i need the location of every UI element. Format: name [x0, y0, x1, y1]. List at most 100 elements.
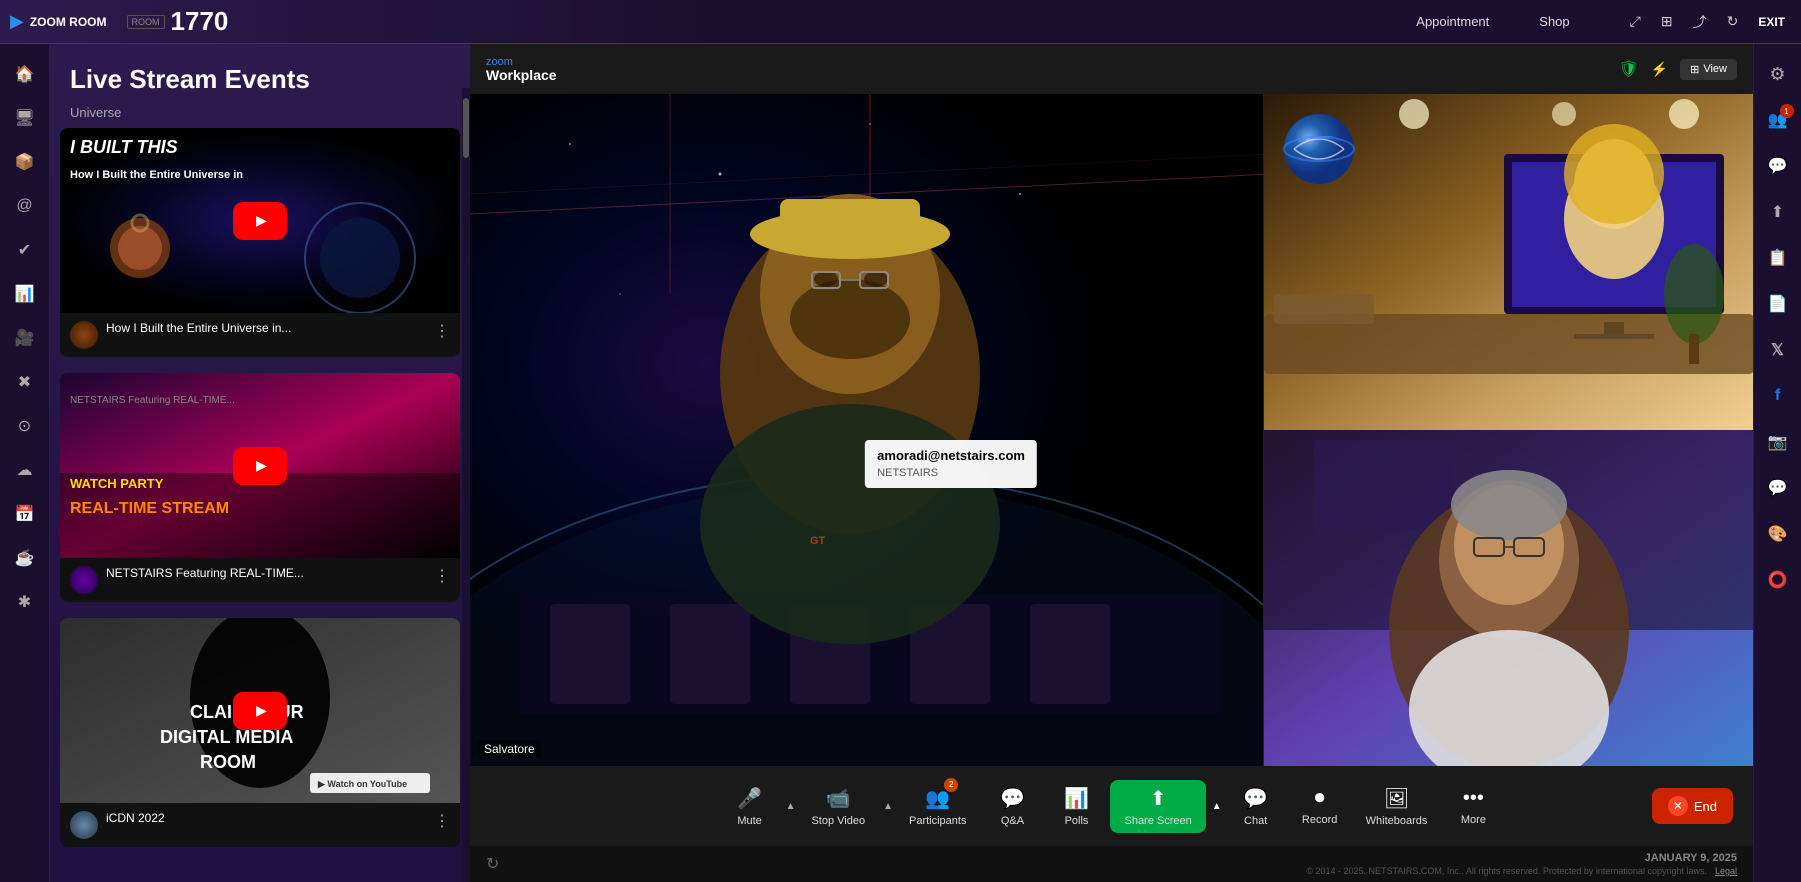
rs-settings-icon[interactable]: ⚙: [1760, 56, 1796, 92]
video-info-1: How I Built the Entire Universe in...: [106, 321, 426, 337]
room-number: 1770: [171, 6, 229, 37]
sidebar-item-asterisk[interactable]: ✱: [7, 584, 43, 620]
footer-legal[interactable]: Legal: [1715, 866, 1737, 876]
video-icon: 📹: [826, 786, 851, 811]
view-button[interactable]: ⊞ View: [1680, 59, 1737, 80]
rs-color-icon[interactable]: 🎨: [1760, 516, 1796, 552]
sidebar-item-close[interactable]: ✖: [7, 364, 43, 400]
participants-icon: 👥 2: [925, 786, 950, 811]
sidebar-item-mail[interactable]: @: [7, 188, 43, 224]
nav-shop[interactable]: Shop: [1539, 14, 1569, 29]
zoom-room-label: ZOOM ROOM: [30, 15, 107, 29]
video-thumb-2: NETSTAIRS Featuring REAL-TIME... WATCH P…: [60, 373, 460, 558]
participants-badge: 2: [944, 778, 958, 792]
stop-video-button[interactable]: 📹 Stop Video: [799, 780, 877, 833]
rs-upload-icon[interactable]: ⬆: [1760, 194, 1796, 230]
view-label: View: [1703, 63, 1727, 75]
participants-button[interactable]: 👥 2 Participants: [897, 780, 978, 833]
zoom-topbar: zoom Workplace 🛡 ⚡ ⊞ View: [470, 44, 1753, 94]
more-icon: •••: [1463, 787, 1484, 810]
more-label: More: [1461, 814, 1486, 826]
luxury-room-svg: [1264, 94, 1753, 430]
end-x-icon: ✕: [1668, 796, 1688, 816]
refresh-footer-icon[interactable]: ↻: [486, 854, 499, 874]
sidebar-item-screen[interactable]: 🖥: [7, 100, 43, 136]
main-video: GT Salvatore amoradi@netstairs.com NETST…: [470, 94, 1263, 766]
expand-icon[interactable]: ⤢: [1630, 13, 1641, 30]
sidebar-item-video[interactable]: 🎥: [7, 320, 43, 356]
sidebar-item-analytics[interactable]: 📊: [7, 276, 43, 312]
panel-title: Live Stream Events: [70, 64, 450, 95]
footer-right: JANUARY 9, 2025 © 2014 - 2025. NETSTAIRS…: [1306, 852, 1737, 876]
rs-clipboard-icon[interactable]: 📋: [1760, 240, 1796, 276]
tooltip-org: NETSTAIRS: [877, 465, 1025, 482]
rs-users-icon[interactable]: 👥 1: [1760, 102, 1796, 138]
play-btn-3[interactable]: [233, 692, 287, 730]
share-icon[interactable]: ⤴: [1693, 12, 1707, 32]
refresh-icon[interactable]: ↻: [1727, 13, 1739, 30]
video-more-1[interactable]: ⋮: [434, 321, 450, 341]
share-screen-button[interactable]: ⬆ Share Screen: [1110, 780, 1205, 833]
chat-label: Chat: [1244, 815, 1267, 827]
grid-view-icon: ⊞: [1690, 63, 1699, 76]
side-video-top-content: [1264, 94, 1753, 430]
sidebar-item-box[interactable]: 📦: [7, 144, 43, 180]
zoom-icon: ▶: [10, 11, 24, 32]
zoom-brand: zoom: [486, 57, 557, 68]
qa-label: Q&A: [1001, 815, 1024, 827]
play-btn-1[interactable]: [233, 202, 287, 240]
end-button[interactable]: ✕ End: [1652, 788, 1733, 824]
video-card-1[interactable]: How I Built the Entire Universe in I BUI…: [60, 128, 460, 357]
footer-date: JANUARY 9, 2025: [1645, 852, 1737, 864]
exit-button[interactable]: EXIT: [1758, 15, 1785, 29]
connection-icon: ⚡: [1651, 61, 1668, 78]
video-title-1: How I Built the Entire Universe in...: [106, 321, 426, 337]
scroll-bar[interactable]: [462, 88, 470, 882]
rs-whatsapp-icon[interactable]: 💬: [1760, 470, 1796, 506]
video-caret[interactable]: ▲: [883, 801, 893, 812]
rs-copy-icon[interactable]: 📄: [1760, 286, 1796, 322]
participants-label: Participants: [909, 815, 966, 827]
rs-circle-icon[interactable]: ⭕: [1760, 562, 1796, 598]
play-btn-2[interactable]: [233, 447, 287, 485]
video-meta-1: How I Built the Entire Universe in... ⋮: [60, 313, 460, 357]
mute-caret[interactable]: ▲: [786, 801, 796, 812]
polls-label: Polls: [1065, 815, 1089, 827]
chat-icon: 💬: [1243, 786, 1268, 811]
mute-icon: 🎤: [737, 786, 762, 811]
sidebar-item-check[interactable]: ✔: [7, 232, 43, 268]
video-card-3[interactable]: CLAIM YOUR DIGITAL MEDIA ROOM ▶ Watch on…: [60, 618, 460, 847]
polls-button[interactable]: 📊 Polls: [1046, 780, 1106, 833]
nav-appointment[interactable]: Appointment: [1416, 14, 1489, 29]
grid-icon[interactable]: ⊞: [1661, 13, 1673, 30]
video-more-3[interactable]: ⋮: [434, 811, 450, 831]
panel-scroll[interactable]: How I Built the Entire Universe in I BUI…: [50, 128, 470, 882]
end-label: End: [1694, 799, 1717, 814]
mute-button[interactable]: 🎤 Mute: [720, 780, 780, 833]
video-more-2[interactable]: ⋮: [434, 566, 450, 586]
chat-button[interactable]: 💬 Chat: [1226, 780, 1286, 833]
more-button[interactable]: ••• More: [1443, 781, 1503, 832]
sidebar-item-cloud[interactable]: ☁: [7, 452, 43, 488]
video-card-2[interactable]: NETSTAIRS Featuring REAL-TIME... WATCH P…: [60, 373, 460, 602]
side-video-bottom-content: [1264, 430, 1753, 766]
rs-facebook-icon[interactable]: f: [1760, 378, 1796, 414]
sidebar-item-calendar[interactable]: 📅: [7, 496, 43, 532]
svg-text:NETSTAIRS Featuring REAL-TIME.: NETSTAIRS Featuring REAL-TIME...: [70, 395, 235, 406]
svg-text:I BUILT THIS: I BUILT THIS: [70, 137, 178, 157]
sidebar-item-circle[interactable]: ⊙: [7, 408, 43, 444]
record-button[interactable]: ⏺ Record: [1290, 781, 1350, 832]
polls-icon: 📊: [1064, 786, 1089, 811]
rs-instagram-icon[interactable]: 📷: [1760, 424, 1796, 460]
whiteboards-button[interactable]: 🖼 Whiteboards: [1354, 780, 1440, 833]
sidebar-item-cup[interactable]: ☕: [7, 540, 43, 576]
scroll-thumb[interactable]: [463, 98, 469, 158]
sidebar-item-home[interactable]: 🏠: [7, 56, 43, 92]
video-avatar-1: [70, 321, 98, 349]
rs-chat-icon[interactable]: 💬: [1760, 148, 1796, 184]
qa-button[interactable]: 💬 Q&A: [982, 780, 1042, 833]
side-video-bottom: [1263, 430, 1753, 766]
share-screen-caret[interactable]: ▲: [1212, 801, 1222, 812]
footer-bottom: © 2014 - 2025. NETSTAIRS.COM, Inc.. All …: [1306, 866, 1737, 876]
rs-x-icon[interactable]: 𝕏: [1760, 332, 1796, 368]
